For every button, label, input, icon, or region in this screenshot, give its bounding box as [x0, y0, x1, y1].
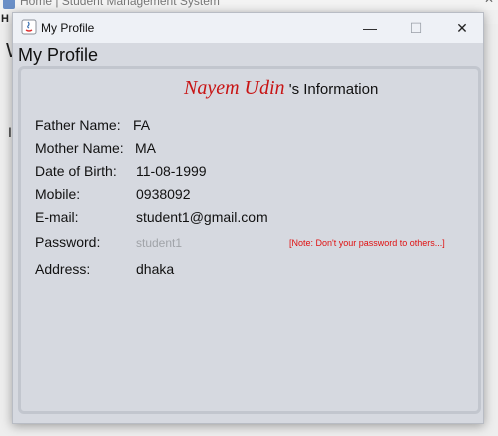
- maximize-button[interactable]: ☐: [393, 13, 439, 43]
- minimize-icon: —: [363, 20, 377, 36]
- profile-panel: Nayem Udin 's Information Father Name: F…: [18, 66, 481, 414]
- password-value: student1: [136, 236, 183, 250]
- student-name: Nayem Udin: [184, 77, 285, 99]
- dialog-titlebar[interactable]: My Profile — ☐ ✕: [13, 13, 483, 43]
- father-name-label: Father Name:: [35, 117, 121, 133]
- address-value: dhaka: [136, 261, 175, 277]
- background-close-icon[interactable]: ✕: [484, 0, 494, 6]
- date-of-birth-label: Date of Birth:: [35, 163, 117, 179]
- mobile-label: Mobile:: [35, 186, 81, 202]
- background-window-titlebar: Home | Student Management System ✕: [0, 0, 498, 10]
- email-value: student1@gmail.com: [136, 209, 268, 225]
- section-title: My Profile: [18, 45, 99, 65]
- dialog-content: My Profile Nayem Udin 's Information Fat…: [13, 43, 483, 423]
- father-name-value: FA: [133, 117, 151, 133]
- close-button[interactable]: ✕: [439, 13, 485, 43]
- address-label: Address:: [35, 261, 91, 277]
- mobile-value: 0938092: [136, 186, 191, 202]
- dialog-title: My Profile: [41, 21, 95, 35]
- password-label: Password:: [35, 234, 101, 250]
- email-label: E-mail:: [35, 209, 79, 225]
- background-window-title: Home | Student Management System: [20, 0, 220, 8]
- my-profile-dialog: My Profile — ☐ ✕ My Profile Nayem Udin '…: [12, 12, 484, 424]
- maximize-icon: ☐: [409, 19, 423, 36]
- minimize-button[interactable]: —: [347, 13, 393, 43]
- close-icon: ✕: [456, 19, 468, 36]
- mother-name-label: Mother Name:: [35, 140, 124, 156]
- java-icon: [21, 19, 37, 35]
- date-of-birth-value: 11-08-1999: [136, 163, 207, 179]
- mother-name-value: MA: [135, 140, 156, 156]
- app-icon: [3, 0, 15, 9]
- info-heading-suffix: 's Information: [284, 81, 379, 98]
- info-heading: Nayem Udin 's Information: [184, 77, 378, 100]
- password-note: [Note: Don't your password to others...]: [289, 238, 445, 248]
